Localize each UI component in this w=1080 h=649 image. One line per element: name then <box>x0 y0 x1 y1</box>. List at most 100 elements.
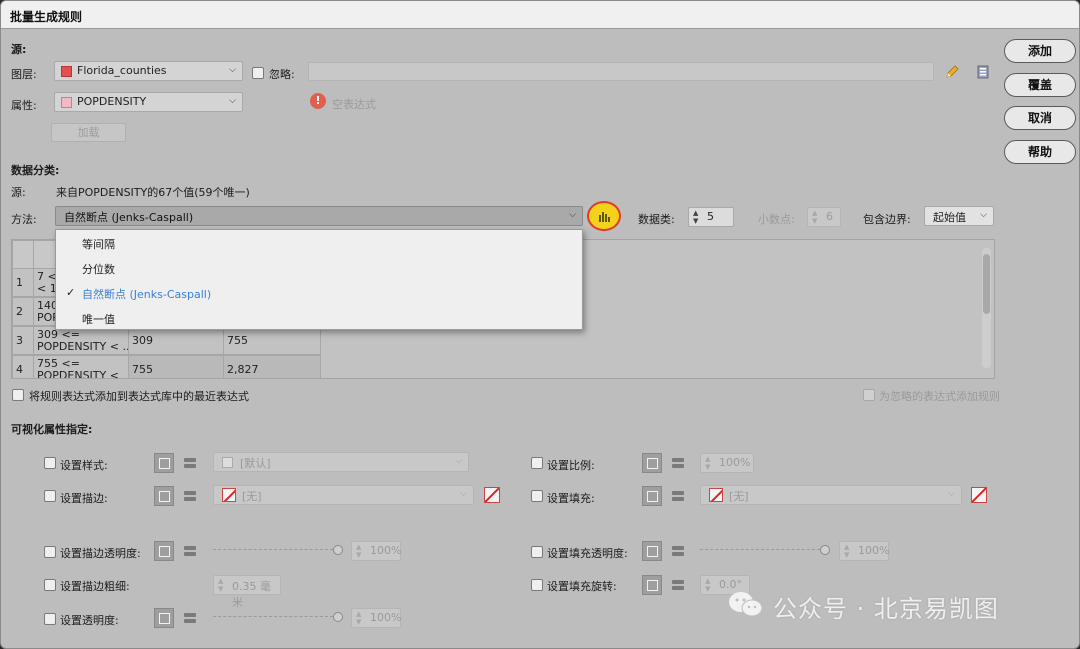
scale-value: 100% <box>719 456 751 469</box>
layer-select[interactable]: Florida_counties ⌵ <box>54 61 243 81</box>
slider-knob <box>333 545 343 555</box>
set-fill-opacity-label: 设置填充透明度: <box>547 547 628 560</box>
fill-color-swatch-icon[interactable] <box>971 487 987 503</box>
multi-value-toggle-icon[interactable] <box>668 486 688 506</box>
table-row-expression[interactable]: 755 <= POPDENSITY < <box>33 355 129 379</box>
method-option-equal-interval[interactable]: 等间隔 <box>82 236 115 252</box>
checkmark-icon: ✓ <box>66 286 76 299</box>
boundary-select-value: 起始值 <box>933 211 966 224</box>
stepper-arrows-icon: ▲ ▼ <box>812 209 818 225</box>
stroke-opacity-value: 100% <box>370 544 402 557</box>
set-style-checkbox[interactable] <box>44 457 56 469</box>
table-row-from[interactable]: 309 <box>128 326 224 355</box>
method-option-natural-breaks[interactable]: 自然断点 (Jenks-Caspall) <box>82 286 211 302</box>
add-to-recent-checkbox[interactable] <box>12 389 24 401</box>
add-button[interactable]: 添加 <box>1004 39 1076 63</box>
field-icon <box>61 97 72 108</box>
chevron-down-icon: ⌵ <box>980 210 987 220</box>
single-value-toggle-icon[interactable] <box>154 453 174 473</box>
help-button[interactable]: 帮助 <box>1004 140 1076 164</box>
method-select-value: 自然断点 (Jenks-Caspall) <box>64 211 194 224</box>
single-value-toggle-icon[interactable] <box>642 575 662 595</box>
no-color-icon <box>222 488 236 502</box>
opacity-slider <box>213 612 343 622</box>
chevron-down-icon: ⌵ <box>569 210 576 220</box>
multi-value-toggle-icon[interactable] <box>668 575 688 595</box>
scrollbar-thumb[interactable] <box>983 254 990 314</box>
attribute-label: 属性: <box>11 99 37 112</box>
stroke-width-stepper: ▲ ▼ 0.35 毫米 <box>213 575 281 609</box>
single-value-toggle-icon[interactable] <box>642 486 662 506</box>
add-to-recent-label: 将规则表达式添加到表达式库中的最近表达式 <box>29 390 249 403</box>
multi-value-toggle-icon[interactable] <box>180 608 200 628</box>
stroke-color-swatch-icon[interactable] <box>484 487 500 503</box>
stroke-select: [无] ⌵ <box>213 485 474 505</box>
single-value-toggle-icon[interactable] <box>154 486 174 506</box>
attribute-select[interactable]: POPDENSITY ⌵ <box>54 92 243 112</box>
set-fill-rotation-label: 设置填充旋转: <box>547 580 617 593</box>
decimals-stepper: ▲ ▼ 6 <box>807 207 841 227</box>
set-fill-rotation-checkbox[interactable] <box>531 579 543 591</box>
multi-value-toggle-icon[interactable] <box>668 541 688 561</box>
single-value-toggle-icon[interactable] <box>642 453 662 473</box>
source-section-label: 源: <box>11 43 27 56</box>
set-opacity-label: 设置透明度: <box>60 614 119 627</box>
chevron-down-icon: ⌵ <box>229 65 236 75</box>
table-row-to[interactable]: 755 <box>223 326 321 355</box>
multi-value-toggle-icon[interactable] <box>180 453 200 473</box>
error-icon: ! <box>310 93 326 109</box>
fill-opacity-value: 100% <box>858 544 890 557</box>
table-row-number: 2 <box>12 297 34 326</box>
multi-value-toggle-icon[interactable] <box>668 453 688 473</box>
method-select[interactable]: 自然断点 (Jenks-Caspall) ⌵ <box>55 206 583 226</box>
set-stroke-width-checkbox[interactable] <box>44 579 56 591</box>
fill-select: [无] ⌵ <box>700 485 962 505</box>
expression-library-icon[interactable] <box>975 64 991 80</box>
single-value-toggle-icon[interactable] <box>154 608 174 628</box>
stepper-arrows-icon: ▲ ▼ <box>356 543 362 559</box>
ignore-expression-field <box>308 62 934 81</box>
overwrite-button[interactable]: 覆盖 <box>1004 73 1076 97</box>
stepper-arrows-icon: ▲ ▼ <box>844 543 850 559</box>
wechat-logo-icon <box>727 589 765 619</box>
stepper-arrows-icon: ▲ ▼ <box>705 455 711 471</box>
stroke-width-value: 0.35 毫米 <box>232 580 271 609</box>
set-scale-checkbox[interactable] <box>531 457 543 469</box>
pencil-icon[interactable] <box>944 64 960 80</box>
multi-value-toggle-icon[interactable] <box>180 486 200 506</box>
cancel-button[interactable]: 取消 <box>1004 106 1076 130</box>
set-fill-checkbox[interactable] <box>531 490 543 502</box>
ignore-checkbox[interactable] <box>252 67 264 79</box>
table-corner <box>12 240 34 269</box>
classification-section-label: 数据分类: <box>11 164 60 177</box>
single-value-toggle-icon[interactable] <box>642 541 662 561</box>
batch-rule-dialog: 批量生成规则 源: 图层: Florida_counties ⌵ 忽略: 属性:… <box>0 0 1080 649</box>
multi-value-toggle-icon[interactable] <box>180 541 200 561</box>
decimals-label: 小数点: <box>758 213 795 226</box>
method-dropdown-menu: 等间隔 分位数 ✓ 自然断点 (Jenks-Caspall) 唯一值 <box>55 229 583 330</box>
set-fill-opacity-checkbox[interactable] <box>531 546 543 558</box>
table-row-expression[interactable]: 309 <= POPDENSITY < ... <box>33 326 129 355</box>
table-scrollbar[interactable] <box>982 248 991 368</box>
table-row-from[interactable]: 755 <box>128 355 224 379</box>
classes-stepper[interactable]: ▲ ▼ 5 <box>688 207 734 227</box>
histogram-icon <box>599 212 610 222</box>
slider-knob <box>820 545 830 555</box>
table-row-number: 4 <box>12 355 34 379</box>
watermark-text: 公众号 · 北京易凯图 <box>773 595 999 623</box>
set-opacity-checkbox[interactable] <box>44 613 56 625</box>
classification-source-desc: 来自POPDENSITY的67个值(59个唯一) <box>56 186 250 199</box>
table-row-to[interactable]: 2,827 <box>223 355 321 379</box>
set-stroke-checkbox[interactable] <box>44 490 56 502</box>
single-value-toggle-icon[interactable] <box>154 541 174 561</box>
add-ignored-checkbox <box>863 389 875 401</box>
boundary-select[interactable]: 起始值 ⌵ <box>924 206 994 226</box>
method-option-quantile[interactable]: 分位数 <box>82 261 115 277</box>
attribute-select-value: POPDENSITY <box>77 95 147 108</box>
method-option-unique-value[interactable]: 唯一值 <box>82 311 115 327</box>
stroke-select-value: [无] <box>242 490 262 503</box>
set-stroke-opacity-checkbox[interactable] <box>44 546 56 558</box>
set-style-label: 设置样式: <box>60 459 108 472</box>
no-color-icon <box>709 488 723 502</box>
histogram-button[interactable] <box>587 201 621 231</box>
